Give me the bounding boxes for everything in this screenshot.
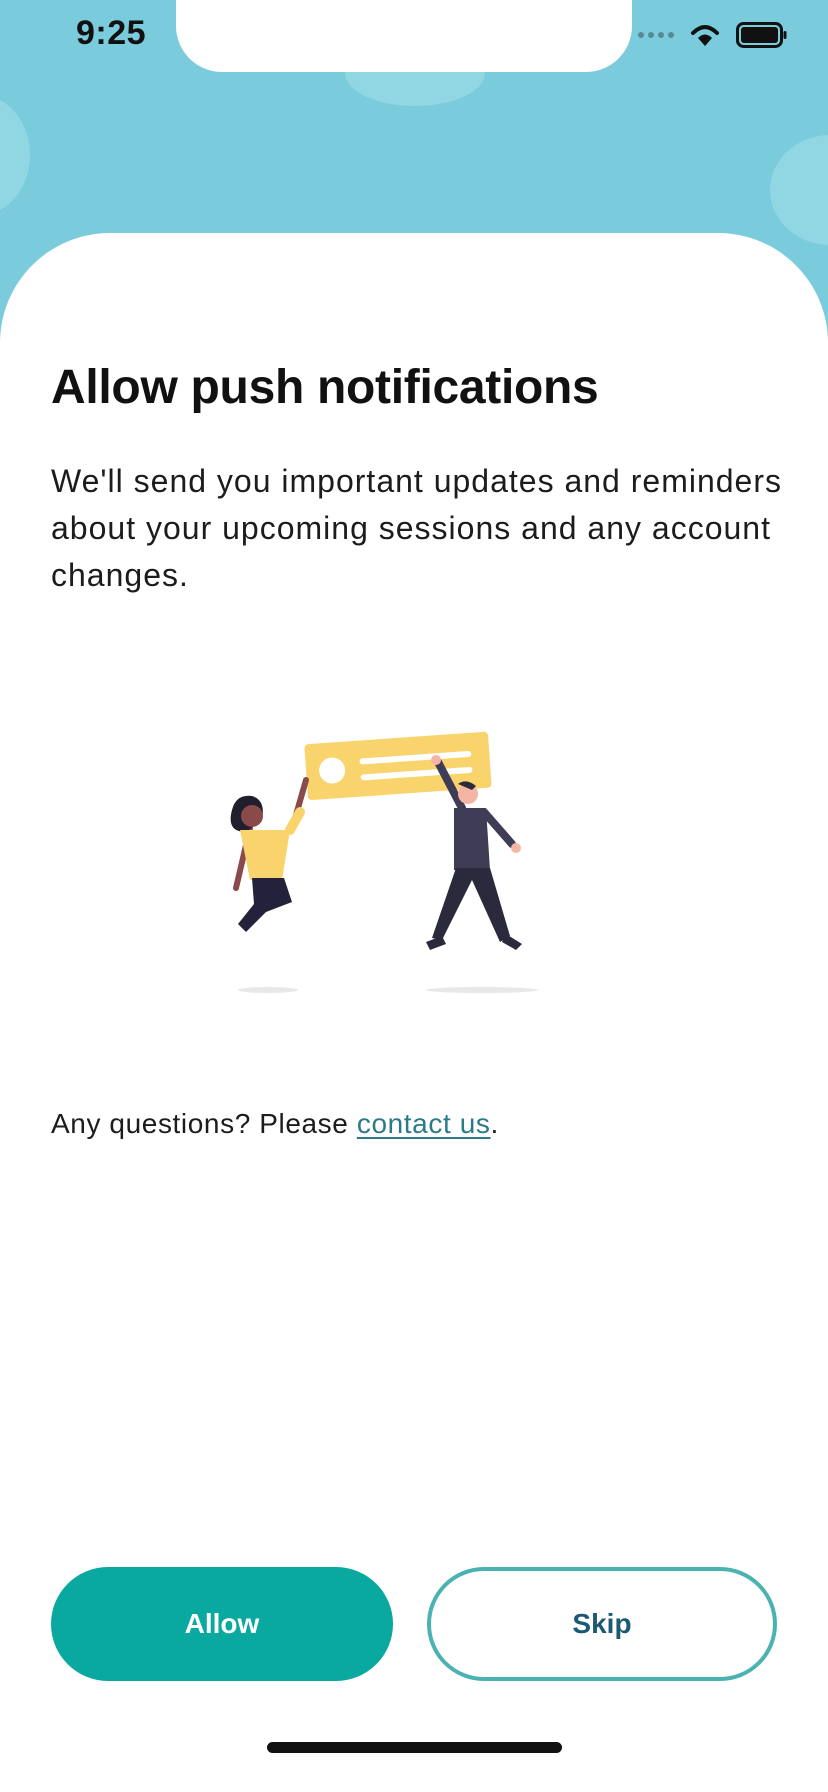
signal-icon [638, 32, 674, 38]
allow-button[interactable]: Allow [51, 1567, 393, 1681]
page-title: Allow push notifications [51, 361, 599, 414]
notification-illustration [230, 731, 538, 993]
battery-icon [736, 22, 787, 48]
home-indicator[interactable] [267, 1742, 562, 1753]
wifi-icon [691, 25, 719, 46]
device-notch [176, 0, 632, 72]
contact-text: Any questions? Please contact us. [51, 1108, 499, 1140]
speech-bubble-decoration [0, 95, 30, 215]
permission-description: We'll send you important updates and rem… [51, 463, 782, 593]
speech-bubble-decoration [770, 135, 828, 245]
contact-us-link[interactable]: contact us [357, 1108, 491, 1139]
push-permission-screen: 9:25 Allow push notifications We'll send… [0, 0, 828, 1792]
skip-button[interactable]: Skip [427, 1567, 777, 1681]
contact-prefix: Any questions? Please [51, 1108, 357, 1139]
contact-suffix: . [490, 1108, 499, 1139]
status-time: 9:25 [76, 14, 147, 52]
status-icons [638, 20, 788, 50]
